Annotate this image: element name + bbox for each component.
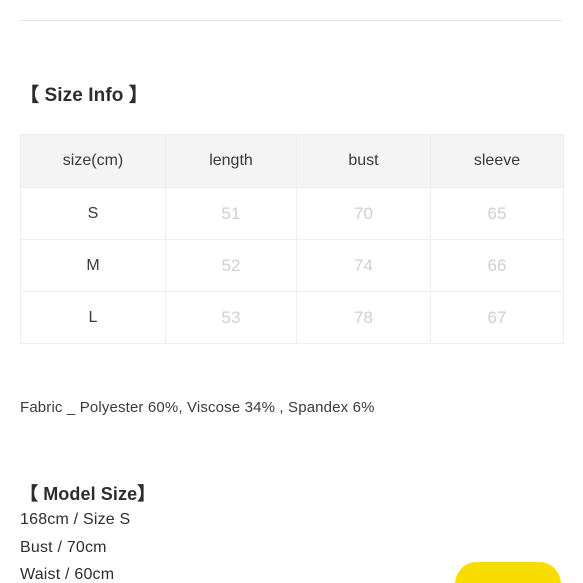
product-detail-page: 【 Size Info 】 size(cm) length bust sleev… (0, 0, 583, 583)
model-size-heading: 【 Model Size】 (20, 484, 156, 504)
column-header-bust: bust (296, 134, 431, 188)
cell-length: 51 (165, 187, 297, 240)
cell-length: 53 (165, 291, 297, 344)
table-header-row: size(cm) length bust sleeve (20, 134, 564, 188)
cell-length: 52 (165, 239, 297, 292)
cell-bust: 70 (296, 187, 431, 240)
size-table-body: S 51 70 65 M 52 74 66 L 53 78 67 (20, 187, 564, 344)
cell-bust: 78 (296, 291, 431, 344)
cell-size: S (20, 187, 166, 240)
cell-sleeve: 66 (430, 239, 564, 292)
cell-size: L (20, 291, 166, 344)
model-waist-line: Waist / 60cm (20, 566, 115, 583)
cell-sleeve: 67 (430, 291, 564, 344)
yellow-decorative-shape (455, 562, 561, 583)
size-table-container: size(cm) length bust sleeve S 51 70 65 M… (20, 134, 564, 344)
cell-sleeve: 65 (430, 187, 564, 240)
model-bust-line: Bust / 70cm (20, 539, 107, 556)
top-divider (20, 20, 563, 21)
size-chart-table: size(cm) length bust sleeve S 51 70 65 M… (20, 134, 564, 344)
table-row: L 53 78 67 (20, 291, 564, 344)
table-row: S 51 70 65 (20, 187, 564, 240)
column-header-size: size(cm) (20, 134, 166, 188)
size-info-heading: 【 Size Info 】 (20, 85, 148, 106)
column-header-sleeve: sleeve (430, 134, 564, 188)
cell-bust: 74 (296, 239, 431, 292)
table-row: M 52 74 66 (20, 239, 564, 292)
cell-size: M (20, 239, 166, 292)
size-table-header: size(cm) length bust sleeve (20, 134, 564, 188)
fabric-composition-text: Fabric _ Polyester 60%, Viscose 34% , Sp… (20, 399, 375, 416)
column-header-length: length (165, 134, 297, 188)
model-height-size-line: 168cm / Size S (20, 511, 131, 528)
